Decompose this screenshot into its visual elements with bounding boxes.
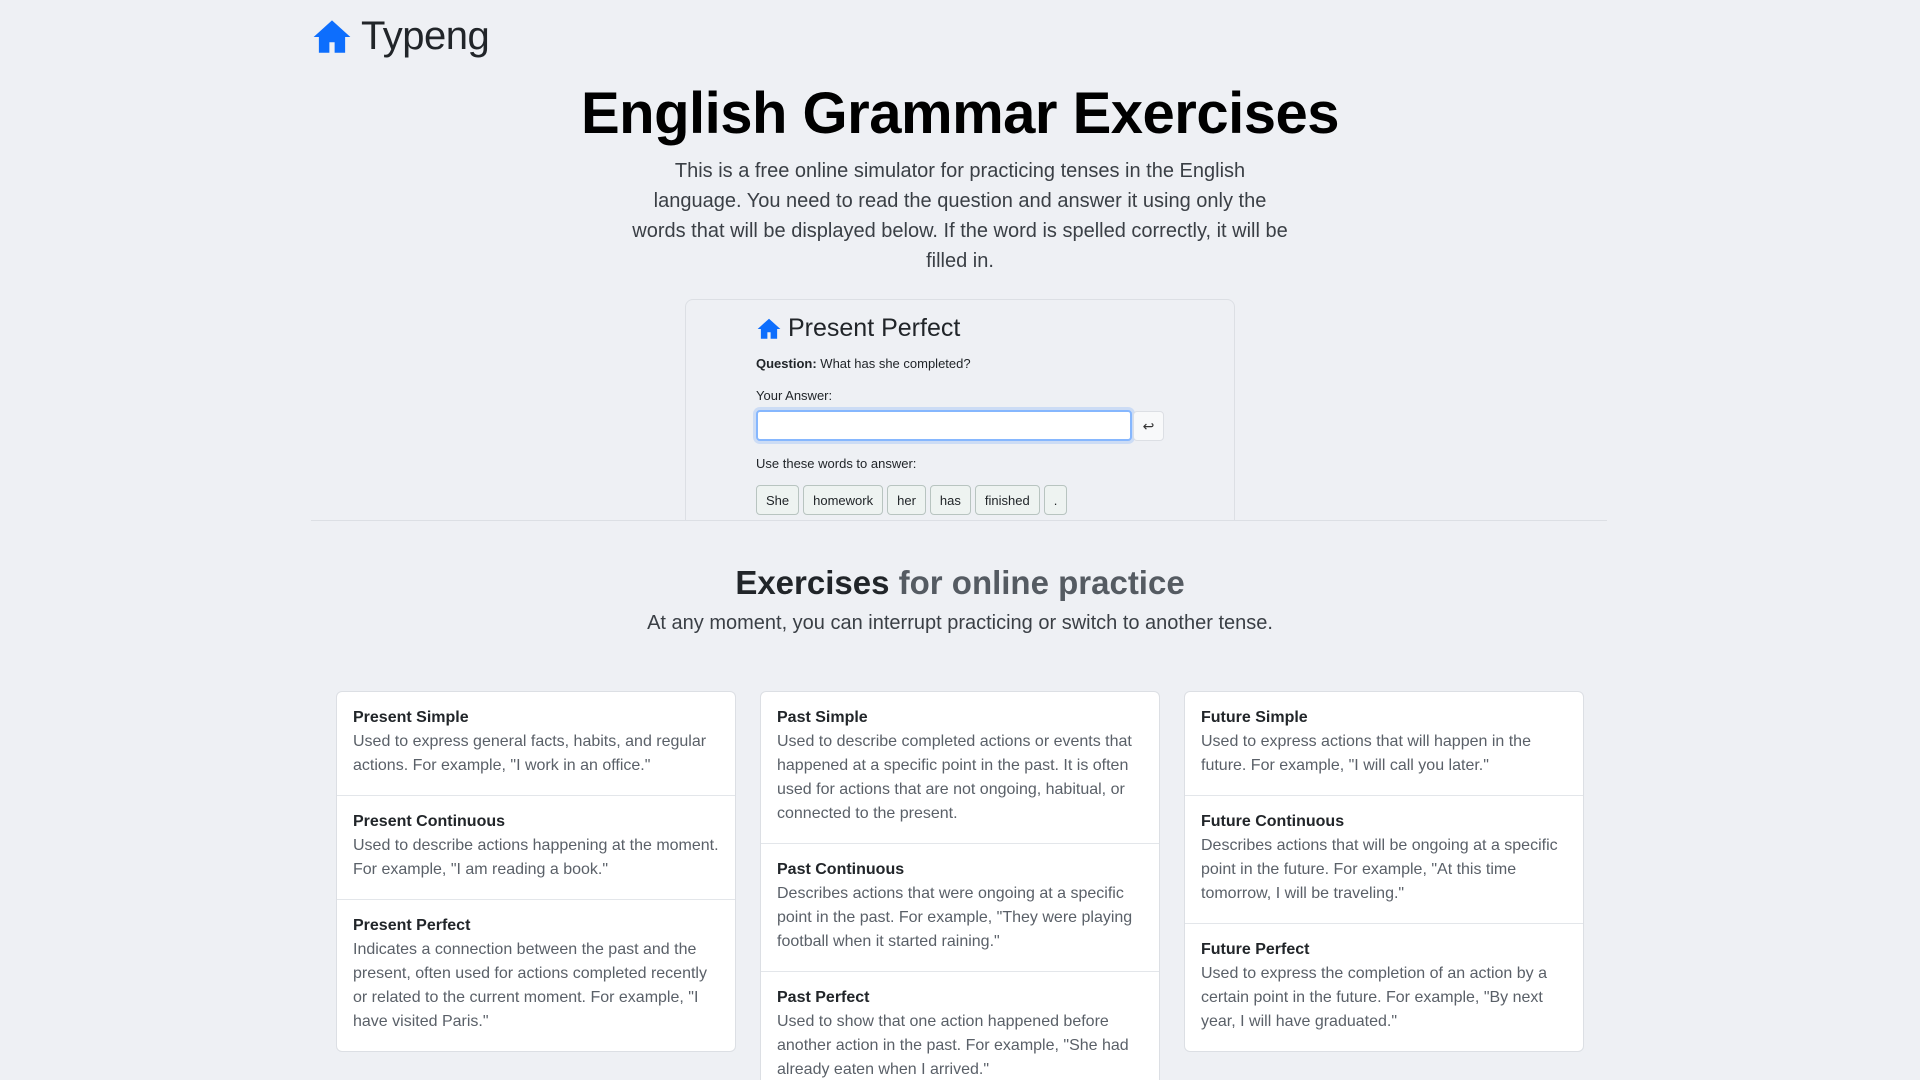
word-chip[interactable]: her (887, 485, 926, 515)
submit-answer-button[interactable]: ↩ (1133, 411, 1164, 441)
words-label: Use these words to answer: (756, 456, 917, 471)
section-subtitle: At any moment, you can interrupt practic… (647, 612, 1273, 634)
tense-description: Used to express the completion of an act… (1201, 965, 1547, 1030)
hero-description: This is a free online simulator for prac… (632, 160, 1288, 272)
tense-list-future: Future Simple Used to express actions th… (1184, 691, 1584, 1052)
question-label: Question: (756, 356, 817, 371)
exercise-preview: Present Perfect Question: What has she c… (685, 299, 1235, 520)
tense-item[interactable]: Present Perfect Indicates a connection b… (337, 900, 735, 1051)
tense-description: Describes actions that will be ongoing a… (1201, 837, 1558, 902)
tense-name: Future Continuous (1201, 813, 1345, 830)
question-text: What has she completed? (820, 356, 971, 371)
section-title-strong: Exercises (735, 564, 890, 601)
brand-name: Typeng (361, 14, 490, 58)
tense-name: Future Perfect (1201, 941, 1310, 958)
exercise-title: Present Perfect (788, 314, 961, 342)
tense-item[interactable]: Present Continuous Used to describe acti… (337, 796, 735, 900)
home-icon (311, 16, 353, 58)
tense-description: Indicates a connection between the past … (353, 941, 707, 1030)
home-icon[interactable] (756, 316, 782, 342)
tense-item[interactable]: Past Simple Used to describe completed a… (761, 692, 1159, 844)
tense-name: Present Perfect (353, 917, 471, 934)
page-title: English Grammar Exercises (580, 81, 1340, 146)
tense-name: Present Simple (353, 709, 469, 726)
section-divider (311, 520, 1607, 521)
tense-name: Future Simple (1201, 709, 1308, 726)
tense-description: Describes actions that were ongoing at a… (777, 885, 1133, 950)
tense-item[interactable]: Past Perfect Used to show that one actio… (761, 972, 1159, 1080)
exercise-question: Question: What has she completed? (756, 356, 971, 371)
word-chip[interactable]: . (1043, 485, 1068, 515)
tense-name: Past Simple (777, 709, 868, 726)
tense-description: Used to describe actions happening at th… (353, 837, 719, 878)
answer-label: Your Answer: (756, 388, 833, 403)
tense-item[interactable]: Past Continuous Describes actions that w… (761, 844, 1159, 972)
section-title-muted: for online practice (898, 564, 1185, 601)
tense-name: Past Perfect (777, 989, 870, 1006)
tense-description: Used to express general facts, habits, a… (353, 733, 707, 774)
tense-item[interactable]: Future Perfect Used to express the compl… (1185, 924, 1583, 1051)
return-arrow-icon: ↩ (1142, 417, 1155, 434)
tense-description: Used to express actions that will happen… (1201, 733, 1531, 774)
word-chip-list: She homework her has finished . (756, 485, 1068, 515)
tense-description: Used to show that one action happened be… (777, 1013, 1129, 1078)
tense-name: Past Continuous (777, 861, 905, 878)
word-chip[interactable]: She (756, 485, 800, 515)
answer-input[interactable] (756, 410, 1132, 441)
tense-item[interactable]: Future Continuous Describes actions that… (1185, 796, 1583, 924)
tense-description: Used to describe completed actions or ev… (777, 733, 1132, 822)
word-chip[interactable]: homework (803, 485, 884, 515)
brand-link[interactable]: Typeng (311, 14, 490, 59)
tense-item[interactable]: Future Simple Used to express actions th… (1185, 692, 1583, 796)
word-chip[interactable]: has (929, 485, 971, 515)
tense-item[interactable]: Present Simple Used to express general f… (337, 692, 735, 796)
section-title: Exercises for online practice (0, 564, 1920, 602)
word-chip[interactable]: finished (974, 485, 1040, 515)
exercise-header: Present Perfect (756, 314, 960, 343)
tense-list-past: Past Simple Used to describe completed a… (760, 691, 1160, 1080)
tense-list-present: Present Simple Used to express general f… (336, 691, 736, 1052)
tense-name: Present Continuous (353, 813, 506, 830)
